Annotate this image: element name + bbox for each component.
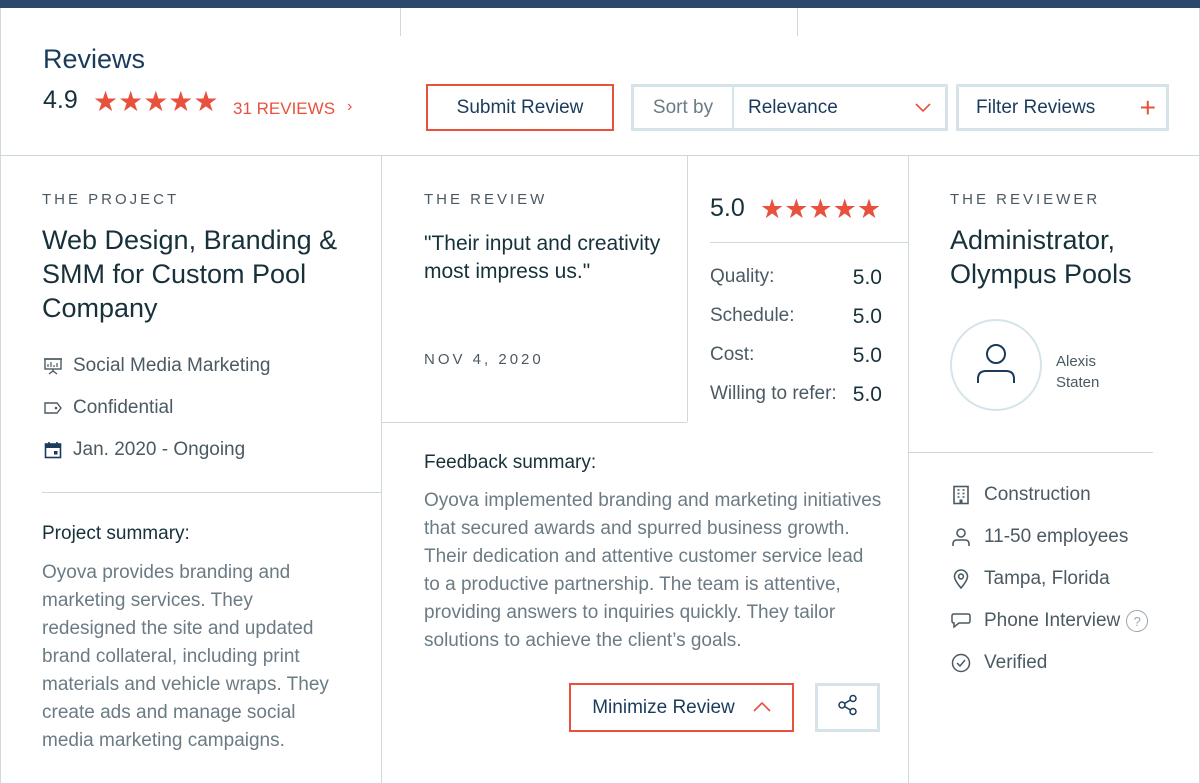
project-service: Social Media Marketing xyxy=(42,355,270,377)
review-stars-icon: ★★★★★ xyxy=(760,194,882,224)
review-eyebrow: THE REVIEW xyxy=(424,191,548,208)
score-label: Willing to refer: xyxy=(710,383,837,404)
sort-value: Relevance xyxy=(748,96,838,118)
sort-dropdown[interactable]: Sort by Relevance xyxy=(631,84,948,131)
chat-bubble-icon xyxy=(950,610,972,632)
project-eyebrow: THE PROJECT xyxy=(42,191,180,208)
user-icon xyxy=(972,339,1020,392)
reviewer-verified: Verified xyxy=(950,652,1047,674)
score-value: 5.0 xyxy=(852,305,882,328)
divider xyxy=(382,422,687,423)
reviewer-title: Administrator, Olympus Pools xyxy=(950,225,1132,289)
filter-label: Filter Reviews xyxy=(976,96,1096,118)
person-icon xyxy=(950,526,972,548)
score-label: Quality: xyxy=(710,266,775,287)
building-icon xyxy=(950,484,972,506)
score-row-quality: Quality: 5.0 xyxy=(710,266,882,290)
sort-label: Sort by xyxy=(634,87,734,128)
score-label: Cost: xyxy=(710,344,755,365)
overall-rating: 4.9 xyxy=(43,86,78,114)
budget-label: Confidential xyxy=(73,397,174,418)
reviewer-name: Alexis Staten xyxy=(1056,353,1100,391)
score-row-schedule: Schedule: 5.0 xyxy=(710,305,882,329)
reviewer-location: Tampa, Florida xyxy=(950,568,1110,590)
calendar-icon xyxy=(42,439,64,461)
location-pin-icon xyxy=(950,568,972,590)
divider xyxy=(42,492,381,493)
minimize-label: Minimize Review xyxy=(592,696,735,718)
filter-reviews-button[interactable]: Filter Reviews + xyxy=(956,84,1169,131)
score-row-willing-to-refer: Willing to refer: 5.0 xyxy=(710,383,882,407)
industry-label: Construction xyxy=(984,484,1091,505)
help-icon[interactable]: ? xyxy=(1126,610,1149,632)
project-title: Web Design, Branding & SMM for Custom Po… xyxy=(42,225,338,323)
frame-left xyxy=(0,156,1,783)
company-size-label: 11-50 employees xyxy=(984,526,1129,547)
page-title: Reviews xyxy=(43,44,146,74)
share-icon xyxy=(837,694,859,721)
chevron-up-icon xyxy=(753,699,771,717)
score-value: 5.0 xyxy=(852,383,882,406)
project-summary-text: Oyova provides branding and marketing se… xyxy=(42,562,329,751)
submit-review-button[interactable]: Submit Review xyxy=(426,84,614,131)
service-label: Social Media Marketing xyxy=(73,355,271,376)
reviews-count-link[interactable]: 31 REVIEWS xyxy=(233,99,335,119)
project-dates: Jan. 2020 - Ongoing xyxy=(42,439,245,461)
share-button[interactable] xyxy=(815,683,880,732)
check-circle-icon xyxy=(950,652,972,674)
review-quote: "Their input and creativity most impress… xyxy=(424,232,661,283)
feedback-summary-text: Oyova implemented branding and marketing… xyxy=(424,490,882,651)
chevron-down-icon xyxy=(915,97,931,118)
score-label: Schedule: xyxy=(710,305,795,326)
column-divider xyxy=(908,156,909,783)
top-accent-bar xyxy=(0,0,1200,8)
divider xyxy=(710,242,908,243)
reviewer-industry: Construction xyxy=(950,484,1091,506)
plus-icon: + xyxy=(1139,91,1156,123)
rating-stars-icon: ★★★★★ xyxy=(93,86,219,117)
reviews-header: Reviews 4.9 ★★★★★ 31 REVIEWS › Submit Re… xyxy=(0,8,1200,156)
column-divider xyxy=(687,156,688,422)
review-overall-score: 5.0 xyxy=(710,194,745,222)
reviewer-eyebrow: THE REVIEWER xyxy=(950,191,1101,208)
chevron-right-icon[interactable]: › xyxy=(347,98,352,116)
project-summary-heading: Project summary: xyxy=(42,523,190,544)
location-label: Tampa, Florida xyxy=(984,568,1110,589)
dates-label: Jan. 2020 - Ongoing xyxy=(73,439,246,460)
minimize-review-button[interactable]: Minimize Review xyxy=(569,683,794,732)
sort-select[interactable]: Relevance xyxy=(734,87,945,128)
reviewer-interview-type: Phone Interview ? xyxy=(950,610,1149,632)
review-date: NOV 4, 2020 xyxy=(424,351,544,368)
feedback-summary-heading: Feedback summary: xyxy=(424,452,597,473)
column-divider xyxy=(381,156,382,783)
tag-icon xyxy=(42,397,64,419)
score-value: 5.0 xyxy=(852,344,882,367)
verified-label: Verified xyxy=(984,652,1048,673)
divider xyxy=(909,452,1153,453)
presentation-icon xyxy=(42,355,64,377)
avatar xyxy=(950,319,1042,411)
interview-label: Phone Interview xyxy=(984,610,1121,631)
score-value: 5.0 xyxy=(852,266,882,289)
project-budget: Confidential xyxy=(42,397,173,419)
reviewer-company-size: 11-50 employees xyxy=(950,526,1128,548)
score-row-cost: Cost: 5.0 xyxy=(710,344,882,368)
